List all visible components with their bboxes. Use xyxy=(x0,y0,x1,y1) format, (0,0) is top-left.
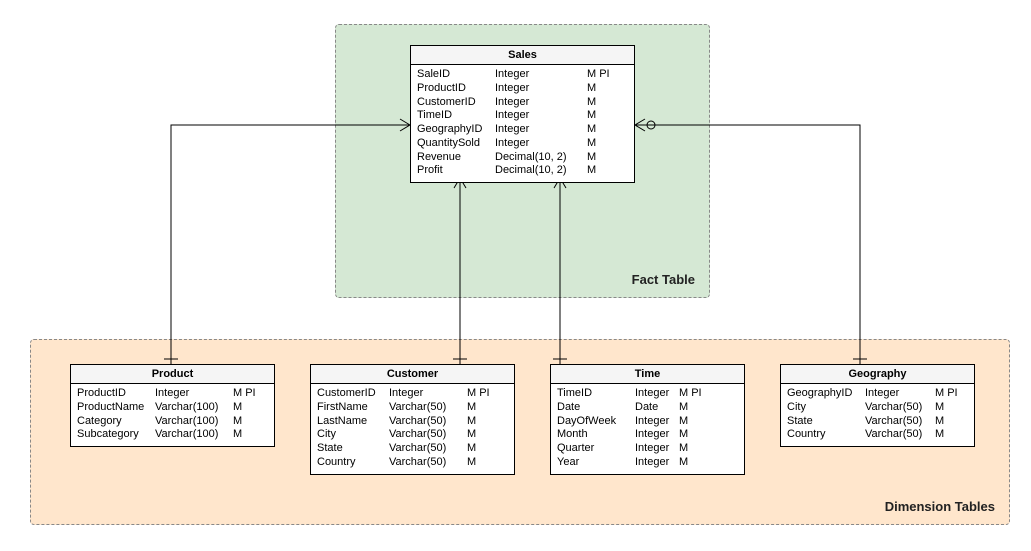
table-row: CategoryVarchar(100)M xyxy=(77,415,268,429)
table-row: DayOfWeekIntegerM xyxy=(557,415,738,429)
table-time-title: Time xyxy=(551,365,744,384)
table-row: StateVarchar(50)M xyxy=(787,415,968,429)
table-row: GeographyIDIntegerM xyxy=(417,123,628,137)
table-row: CountryVarchar(50)M xyxy=(787,428,968,442)
table-row: ProductIDIntegerM xyxy=(417,82,628,96)
table-row: MonthIntegerM xyxy=(557,428,738,442)
table-customer[interactable]: Customer CustomerIDIntegerM PI FirstName… xyxy=(310,364,515,475)
table-row: CustomerIDIntegerM PI xyxy=(317,387,508,401)
table-row: ProfitDecimal(10, 2)M xyxy=(417,164,628,178)
table-product[interactable]: Product ProductIDIntegerM PI ProductName… xyxy=(70,364,275,447)
table-time[interactable]: Time TimeIDIntegerM PI DateDateM DayOfWe… xyxy=(550,364,745,475)
table-row: CityVarchar(50)M xyxy=(317,428,508,442)
table-row: FirstNameVarchar(50)M xyxy=(317,401,508,415)
table-row: LastNameVarchar(50)M xyxy=(317,415,508,429)
table-customer-body: CustomerIDIntegerM PI FirstNameVarchar(5… xyxy=(311,384,514,474)
table-row: QuantitySoldIntegerM xyxy=(417,137,628,151)
table-row: ProductIDIntegerM PI xyxy=(77,387,268,401)
dimension-tables-label: Dimension Tables xyxy=(885,499,995,514)
table-customer-title: Customer xyxy=(311,365,514,384)
table-row: SubcategoryVarchar(100)M xyxy=(77,428,268,442)
table-product-body: ProductIDIntegerM PI ProductNameVarchar(… xyxy=(71,384,274,446)
table-row: CountryVarchar(50)M xyxy=(317,456,508,470)
table-row: DateDateM xyxy=(557,401,738,415)
table-row: CustomerIDIntegerM xyxy=(417,96,628,110)
table-row: TimeIDIntegerM xyxy=(417,109,628,123)
table-sales-body: SaleIDIntegerM PI ProductIDIntegerM Cust… xyxy=(411,65,634,182)
table-geography[interactable]: Geography GeographyIDIntegerM PI CityVar… xyxy=(780,364,975,447)
table-geography-title: Geography xyxy=(781,365,974,384)
table-row: CityVarchar(50)M xyxy=(787,401,968,415)
fact-table-label: Fact Table xyxy=(632,272,695,287)
table-sales-title: Sales xyxy=(411,46,634,65)
table-row: SaleIDIntegerM PI xyxy=(417,68,628,82)
table-row: TimeIDIntegerM PI xyxy=(557,387,738,401)
table-product-title: Product xyxy=(71,365,274,384)
table-time-body: TimeIDIntegerM PI DateDateM DayOfWeekInt… xyxy=(551,384,744,474)
table-row: ProductNameVarchar(100)M xyxy=(77,401,268,415)
table-row: YearIntegerM xyxy=(557,456,738,470)
table-row: QuarterIntegerM xyxy=(557,442,738,456)
table-row: RevenueDecimal(10, 2)M xyxy=(417,151,628,165)
table-geography-body: GeographyIDIntegerM PI CityVarchar(50)M … xyxy=(781,384,974,446)
table-sales[interactable]: Sales SaleIDIntegerM PI ProductIDInteger… xyxy=(410,45,635,183)
table-row: StateVarchar(50)M xyxy=(317,442,508,456)
table-row: GeographyIDIntegerM PI xyxy=(787,387,968,401)
